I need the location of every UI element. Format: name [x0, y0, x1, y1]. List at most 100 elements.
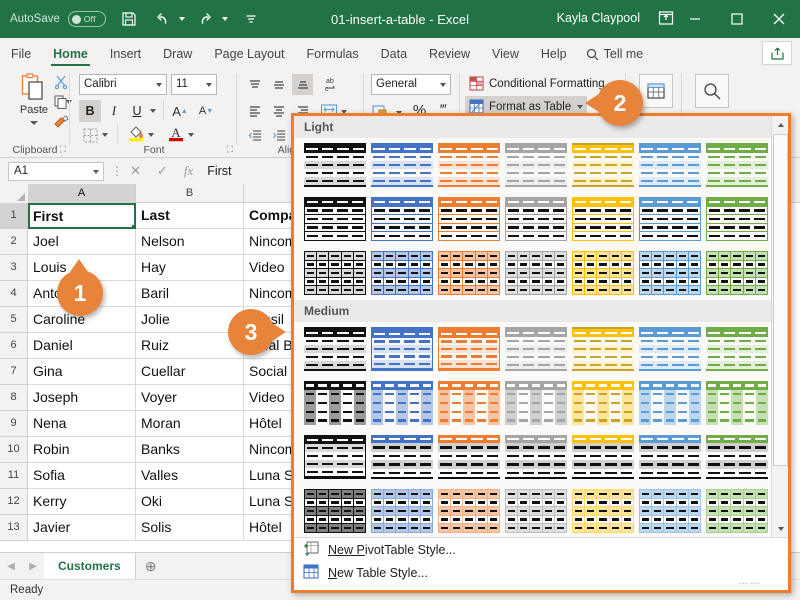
table-style-light-4[interactable]: [503, 141, 569, 189]
fill-color-button[interactable]: [125, 122, 147, 144]
table-style-medium-5[interactable]: [570, 325, 636, 373]
table-style-medium-22[interactable]: [302, 487, 368, 535]
gallery-resize-grip[interactable]: ……: [738, 576, 762, 587]
autosave-toggle[interactable]: Off: [67, 11, 106, 27]
decrease-indent-button[interactable]: [244, 124, 265, 145]
close-icon[interactable]: [758, 0, 800, 38]
number-format-dropdown-icon[interactable]: [440, 83, 446, 87]
table-style-light-20[interactable]: [637, 249, 703, 297]
align-bottom-button[interactable]: [292, 74, 313, 95]
row-header-11[interactable]: 11: [0, 463, 28, 489]
table-style-medium-17[interactable]: [436, 433, 502, 481]
scrollbar-thumb[interactable]: [773, 134, 788, 466]
scroll-up-icon[interactable]: [772, 116, 788, 133]
table-style-light-17[interactable]: [436, 249, 502, 297]
row-header-9[interactable]: 9: [0, 411, 28, 437]
row-header-12[interactable]: 12: [0, 489, 28, 515]
customize-qat-icon[interactable]: [238, 6, 264, 32]
row-header-2[interactable]: 2: [0, 229, 28, 255]
grid-cell[interactable]: Nelson: [136, 229, 244, 255]
table-style-medium-24[interactable]: [436, 487, 502, 535]
align-middle-button[interactable]: [268, 74, 289, 95]
table-style-medium-27[interactable]: [637, 487, 703, 535]
table-style-medium-15[interactable]: [302, 433, 368, 481]
table-style-medium-9[interactable]: [369, 379, 435, 427]
table-style-light-14[interactable]: [704, 195, 770, 243]
select-all-corner[interactable]: [0, 184, 28, 203]
bold-button[interactable]: B: [79, 100, 101, 122]
font-dialog-launcher[interactable]: ⛶: [227, 144, 233, 155]
undo-icon[interactable]: [150, 6, 176, 32]
cancel-entry-icon[interactable]: ✕: [130, 163, 141, 179]
ribbon-display-options-icon[interactable]: [658, 10, 674, 31]
align-top-button[interactable]: [244, 74, 265, 95]
table-style-light-15[interactable]: [302, 249, 368, 297]
table-style-medium-4[interactable]: [503, 325, 569, 373]
table-style-medium-12[interactable]: [570, 379, 636, 427]
italic-button[interactable]: I: [103, 100, 125, 122]
table-style-medium-6[interactable]: [637, 325, 703, 373]
grid-cell[interactable]: Solis: [136, 515, 244, 541]
name-box-dropdown-icon[interactable]: [93, 169, 99, 174]
table-style-light-7[interactable]: [704, 141, 770, 189]
table-style-light-2[interactable]: [369, 141, 435, 189]
grid-cell[interactable]: Cuellar: [136, 359, 244, 385]
table-style-light-10[interactable]: [436, 195, 502, 243]
save-icon[interactable]: [116, 6, 142, 32]
grid-cell[interactable]: Kerry: [28, 489, 136, 515]
new-table-style-menu-item[interactable]: New Table Style...: [294, 561, 788, 584]
table-style-medium-7[interactable]: [704, 325, 770, 373]
increase-font-size-button[interactable]: A ▲: [169, 100, 191, 122]
grid-cell[interactable]: Sofia: [28, 463, 136, 489]
conditional-formatting-button[interactable]: Conditional Formatting: [465, 73, 621, 94]
column-header-A[interactable]: A: [28, 184, 136, 203]
table-style-light-12[interactable]: [570, 195, 636, 243]
table-style-light-8[interactable]: [302, 195, 368, 243]
grid-cell[interactable]: Joseph: [28, 385, 136, 411]
table-style-medium-2[interactable]: [369, 325, 435, 373]
align-left-button[interactable]: [244, 100, 265, 121]
name-box[interactable]: A1: [8, 161, 104, 181]
column-header-B[interactable]: B: [136, 184, 244, 203]
font-size-box[interactable]: 11: [171, 74, 217, 95]
table-style-light-9[interactable]: [369, 195, 435, 243]
prev-sheet-icon[interactable]: ◀: [0, 561, 22, 572]
ribbon-tab-view[interactable]: View: [481, 40, 530, 68]
scroll-down-icon[interactable]: [772, 520, 788, 537]
minimize-icon[interactable]: [674, 0, 716, 38]
number-format-box[interactable]: General: [371, 74, 451, 95]
table-style-medium-19[interactable]: [570, 433, 636, 481]
row-header-7[interactable]: 7: [0, 359, 28, 385]
table-style-light-5[interactable]: [570, 141, 636, 189]
grid-cell[interactable]: Last: [136, 203, 244, 229]
ribbon-tab-home[interactable]: Home: [42, 40, 99, 68]
grid-cell[interactable]: Oki: [136, 489, 244, 515]
table-style-medium-8[interactable]: [302, 379, 368, 427]
row-header-13[interactable]: 13: [0, 515, 28, 541]
fill-color-dropdown-icon[interactable]: [145, 124, 155, 146]
grid-cell[interactable]: Baril: [136, 281, 244, 307]
table-style-medium-23[interactable]: [369, 487, 435, 535]
grid-cell[interactable]: Nena: [28, 411, 136, 437]
row-header-4[interactable]: 4: [0, 281, 28, 307]
table-style-medium-10[interactable]: [436, 379, 502, 427]
font-size-dropdown-icon[interactable]: [206, 83, 212, 87]
undo-dropdown-icon[interactable]: [178, 17, 185, 21]
table-style-light-16[interactable]: [369, 249, 435, 297]
table-style-light-21[interactable]: [704, 249, 770, 297]
table-style-light-19[interactable]: [570, 249, 636, 297]
table-style-light-1[interactable]: [302, 141, 368, 189]
row-header-1[interactable]: 1: [0, 203, 28, 229]
orientation-button[interactable]: ab c: [322, 73, 343, 94]
table-style-medium-18[interactable]: [503, 433, 569, 481]
row-header-3[interactable]: 3: [0, 255, 28, 281]
table-style-medium-21[interactable]: [704, 433, 770, 481]
grid-cell[interactable]: Valles: [136, 463, 244, 489]
table-style-medium-3[interactable]: [436, 325, 502, 373]
grid-cell[interactable]: Banks: [136, 437, 244, 463]
increase-indent-button[interactable]: [268, 124, 289, 145]
table-style-medium-14[interactable]: [704, 379, 770, 427]
row-header-6[interactable]: 6: [0, 333, 28, 359]
grid-cell[interactable]: Robin: [28, 437, 136, 463]
grid-cell[interactable]: Moran: [136, 411, 244, 437]
